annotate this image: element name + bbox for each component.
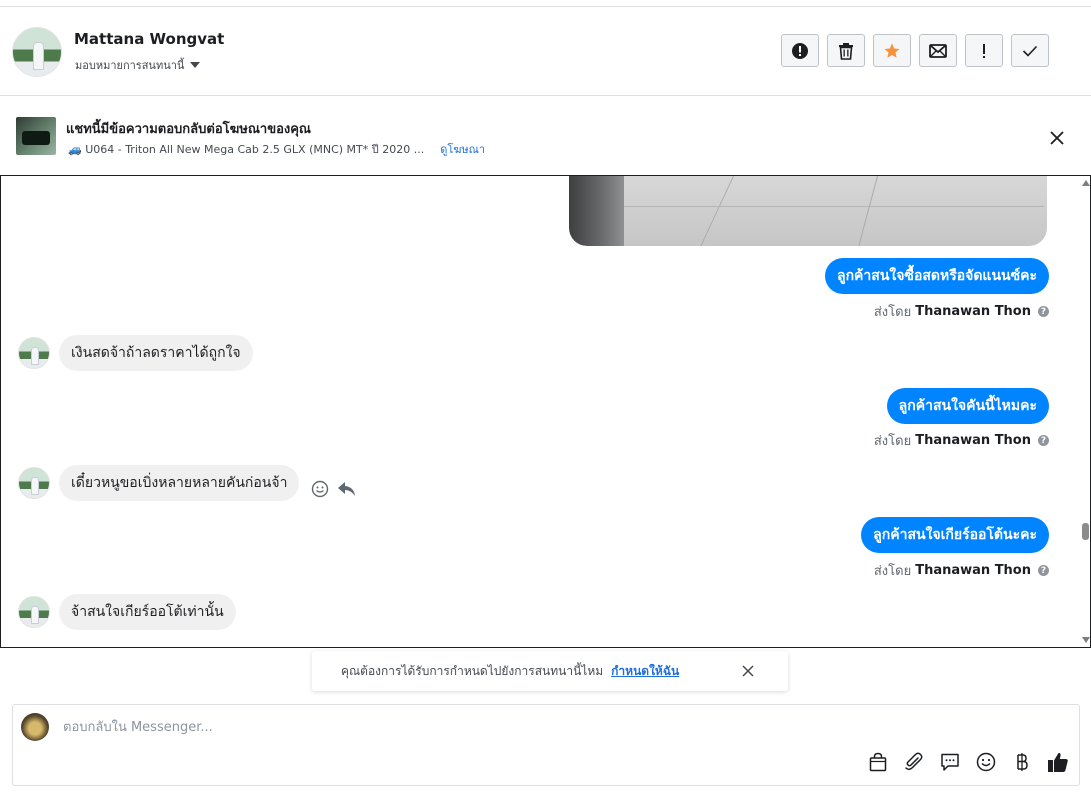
sent-by-prefix: ส่งโดย [873,434,912,449]
contact-avatar-small[interactable] [18,337,50,369]
ad-thumbnail[interactable] [16,117,56,155]
shop-button[interactable] [867,751,889,773]
trash-icon [839,42,853,60]
assign-conversation-dropdown[interactable]: มอบหมายการสนทนานี้ [75,56,201,74]
contact-name[interactable]: Mattana Wongvat [74,30,224,48]
checkmark-icon [1022,45,1038,57]
shopping-bag-icon [869,752,887,772]
outgoing-message[interactable]: ลูกค้าสนใจซื้อสดหรือจัดแนนซ์คะ [825,258,1049,294]
page-avatar [21,713,49,741]
star-button[interactable] [873,34,911,67]
agent-name[interactable]: Thanawan Thon [915,304,1031,319]
assign-notice-text: คุณต้องการได้รับการกำหนดไปยังการสนทนานี้… [341,663,604,678]
help-icon[interactable]: ? [1038,435,1049,446]
incoming-message[interactable]: เงินสดจ้าถ้าลดราคาได้ถูกใจ [59,335,253,371]
incoming-message[interactable]: จ้าสนใจเกียร์ออโต้เท่านั้น [59,594,236,630]
incoming-message[interactable]: เดี๋ยวหนูขอเบิ่งหลายหลายคันก่อนจ้า [59,465,300,501]
contact-avatar-small[interactable] [18,467,50,499]
sent-by-label: ส่งโดย Thanawan Thon ? [874,560,1049,581]
composer-tools [867,751,1069,773]
message-thread[interactable]: ลูกค้าสนใจซื้อสดหรือจัดแนนซ์คะ ส่งโดย Th… [0,175,1091,648]
reply-input[interactable] [61,719,965,736]
mark-unread-button[interactable] [919,34,957,67]
help-icon[interactable]: ? [1038,306,1049,317]
incoming-message-row: เดี๋ยวหนูขอเบิ่งหลายหลายคันก่อนจ้า [18,465,357,501]
mark-spam-button[interactable] [781,34,819,67]
ad-subtitle: 🚙 U064 - Triton All New Mega Cab 2.5 GLX… [68,143,425,156]
contact-avatar-small[interactable] [18,596,50,628]
ad-banner-title: แชทนี้มีข้อความตอบกลับต่อโฆษณาของคุณ [66,122,311,137]
saved-replies-button[interactable] [939,751,961,773]
exclamation-icon [983,43,985,58]
delete-button[interactable] [827,34,865,67]
help-icon[interactable]: ? [1038,565,1049,576]
paperclip-icon [905,752,923,771]
close-icon[interactable] [1047,128,1067,148]
assign-label: มอบหมายการสนทนานี้ [75,59,185,72]
incoming-message-row: เงินสดจ้าถ้าลดราคาได้ถูกใจ [18,335,253,371]
alert-circle-icon [792,42,808,59]
attach-button[interactable] [903,751,925,773]
scrollbar-thumb[interactable] [1082,523,1089,540]
message-hover-actions [311,480,357,498]
baht-icon [1017,753,1028,771]
outgoing-message[interactable]: ลูกค้าสนใจเกียร์ออโต้นะคะ [861,517,1049,553]
reply-icon[interactable] [337,480,357,498]
ad-reply-banner: แชทนี้มีข้อความตอบกลับต่อโฆษณาของคุณ 🚙 U… [0,96,1091,174]
close-icon[interactable] [740,663,756,679]
outgoing-message[interactable]: ลูกค้าสนใจคันนี้ไหมคะ [886,388,1049,424]
sent-photo[interactable] [569,176,1047,246]
emoji-icon [976,752,996,772]
scroll-up-arrow[interactable] [1082,180,1090,186]
contact-avatar[interactable] [12,27,62,77]
ad-subtitle-row: 🚙 U064 - Triton All New Mega Cab 2.5 GLX… [68,140,485,158]
reply-composer [12,704,1080,786]
envelope-icon [929,43,947,58]
caret-down-icon [190,62,201,68]
follow-up-button[interactable] [965,34,1003,67]
header-actions [781,34,1049,67]
view-ad-link[interactable]: ดูโฆษณา [440,140,485,158]
agent-name[interactable]: Thanawan Thon [915,563,1031,578]
agent-name[interactable]: Thanawan Thon [915,433,1031,448]
assign-notice: คุณต้องการได้รับการกำหนดไปยังการสนทนานี้… [312,651,788,691]
sent-by-prefix: ส่งโดย [873,564,912,579]
thumbs-up-icon [1048,752,1068,772]
send-like-button[interactable] [1047,751,1069,773]
react-emoji-icon[interactable] [311,480,329,498]
scroll-down-arrow[interactable] [1082,637,1090,643]
conversation-header: Mattana Wongvat มอบหมายการสนทนานี้ [0,7,1091,96]
saved-reply-icon [941,753,959,771]
sent-by-label: ส่งโดย Thanawan Thon ? [874,430,1049,451]
sent-by-prefix: ส่งโดย [873,305,912,320]
sent-by-label: ส่งโดย Thanawan Thon ? [874,301,1049,322]
star-icon [884,43,900,58]
incoming-message-row: จ้าสนใจเกียร์ออโต้เท่านั้น [18,594,236,630]
mark-done-button[interactable] [1011,34,1049,67]
payment-button[interactable] [1011,751,1033,773]
emoji-button[interactable] [975,751,997,773]
assign-to-me-link[interactable]: กำหนดให้ฉัน [611,662,679,681]
